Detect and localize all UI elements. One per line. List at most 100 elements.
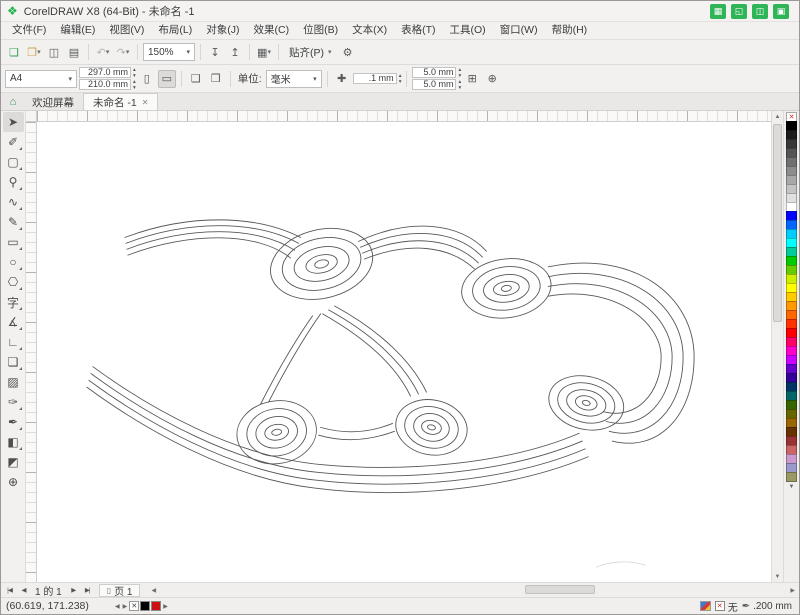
current-page-settings-button[interactable]: ❑ bbox=[187, 70, 205, 88]
snap-to-dropdown[interactable]: 贴齐(P) ▾ bbox=[284, 43, 337, 61]
palette-color-list bbox=[786, 121, 797, 482]
nudge-distance-input[interactable]: .1 mm bbox=[352, 73, 397, 84]
crop-tool-icon[interactable]: ▢ bbox=[3, 152, 24, 172]
print-button[interactable]: ▤ bbox=[65, 43, 83, 61]
zoom-tool-icon[interactable]: ⚲ bbox=[3, 172, 24, 192]
new-document-button[interactable]: ❏ bbox=[5, 43, 23, 61]
fill-value: 无 bbox=[727, 602, 738, 614]
tab-document-untitled[interactable]: 未命名 -1 ✕ bbox=[83, 93, 159, 110]
page-height-input[interactable]: 210.0 mm bbox=[79, 79, 131, 90]
ruler-origin-corner[interactable] bbox=[26, 111, 37, 122]
vertical-scrollbar[interactable]: ▲ ▼ bbox=[771, 111, 783, 582]
landscape-button[interactable]: ▭ bbox=[157, 69, 176, 88]
palette-color-swatch[interactable] bbox=[786, 472, 797, 482]
drop-shadow-tool-icon[interactable]: ❏ bbox=[3, 352, 24, 372]
spinner-icon[interactable]: ▴ ▾ bbox=[133, 67, 136, 79]
scroll-down-icon[interactable]: ▼ bbox=[772, 571, 784, 582]
scroll-right-icon[interactable]: ▶ bbox=[790, 584, 795, 596]
units-combo[interactable]: 毫米 ▾ bbox=[265, 69, 322, 88]
undo-icon: ↶ bbox=[96, 46, 106, 59]
document-palette-swatch[interactable] bbox=[140, 601, 151, 611]
menu-view[interactable]: 视图(V) bbox=[102, 22, 151, 39]
fullscreen-button[interactable]: ◱ bbox=[731, 3, 747, 19]
export-button[interactable]: ↥ bbox=[226, 43, 244, 61]
home-icon[interactable]: ⌂ bbox=[3, 94, 23, 110]
outline-pen-tool-icon[interactable]: ✒ bbox=[3, 412, 24, 432]
document-palette-swatch[interactable] bbox=[151, 601, 162, 611]
page-1-tab[interactable]: ▯ 页 1 bbox=[98, 583, 141, 598]
open-button[interactable]: ❐ ▾ bbox=[25, 43, 43, 61]
spinner-icon[interactable]: ▴ ▾ bbox=[399, 73, 402, 85]
portrait-button[interactable]: ▯ bbox=[138, 70, 156, 88]
connector-tool-icon[interactable]: ∟ bbox=[3, 332, 24, 352]
more-tools-icon[interactable]: ⊕ bbox=[3, 472, 24, 492]
first-page-button[interactable]: |◀ bbox=[3, 584, 16, 596]
vertical-scroll-thumb[interactable] bbox=[773, 124, 782, 322]
all-pages-settings-button[interactable]: ❒ bbox=[207, 70, 225, 88]
menu-bitmaps[interactable]: 位图(B) bbox=[296, 22, 345, 39]
document-palette-left-icon[interactable]: ◀ bbox=[114, 603, 121, 610]
application-launcher-button[interactable]: ▦ ▾ bbox=[255, 43, 273, 61]
redo-button[interactable]: ↷ ▾ bbox=[114, 43, 132, 61]
zoom-level-combo[interactable]: 150% ▾ bbox=[143, 43, 195, 61]
store-button[interactable]: ▦ bbox=[710, 3, 726, 19]
rectangle-tool-icon[interactable]: ▭ bbox=[3, 232, 24, 252]
menu-help[interactable]: 帮助(H) bbox=[545, 22, 595, 39]
spinner-icon[interactable]: ▴ ▾ bbox=[133, 79, 136, 91]
page-width-input[interactable]: 297.0 mm bbox=[79, 67, 131, 78]
last-page-button[interactable]: ▶| bbox=[81, 584, 94, 596]
artistic-media-tool-icon[interactable]: ✎ bbox=[3, 212, 24, 232]
smart-fill-tool-icon[interactable]: ◩ bbox=[3, 452, 24, 472]
transparency-tool-icon[interactable]: ▨ bbox=[3, 372, 24, 392]
horizontal-scrollbar[interactable]: ◀ ▶ bbox=[151, 584, 795, 596]
menu-tools[interactable]: 工具(O) bbox=[443, 22, 493, 39]
text-tool-icon[interactable]: 字 bbox=[3, 292, 24, 312]
polygon-tool-icon[interactable]: ⎔ bbox=[3, 272, 24, 292]
toolbar-separator bbox=[278, 44, 279, 60]
tab-welcome-screen[interactable]: 欢迎屏幕 bbox=[23, 94, 83, 110]
menu-file[interactable]: 文件(F) bbox=[5, 22, 53, 39]
color-eyedropper-tool-icon[interactable]: ✑ bbox=[3, 392, 24, 412]
horizontal-ruler[interactable] bbox=[37, 111, 771, 122]
interactive-fill-tool-icon[interactable]: ◧ bbox=[3, 432, 24, 452]
freehand-tool-icon[interactable]: ∿ bbox=[3, 192, 24, 212]
menu-layout[interactable]: 布局(L) bbox=[151, 22, 199, 39]
ellipse-tool-icon[interactable]: ○ bbox=[3, 252, 24, 272]
menu-object[interactable]: 对象(J) bbox=[199, 22, 246, 39]
palette-flyout-icon[interactable]: ▼ bbox=[789, 484, 795, 490]
pick-tool-icon[interactable]: ➤ bbox=[2, 112, 24, 132]
menu-effects[interactable]: 效果(C) bbox=[247, 22, 297, 39]
toolbar-separator bbox=[200, 44, 201, 60]
scroll-up-icon[interactable]: ▲ bbox=[772, 111, 784, 122]
document-palette-right-icon[interactable]: ▶ bbox=[122, 603, 129, 610]
workspace-button[interactable]: ▣ bbox=[773, 3, 789, 19]
spinner-icon[interactable]: ▴ ▾ bbox=[458, 79, 461, 91]
vertical-ruler[interactable] bbox=[26, 122, 37, 582]
page-size-combo[interactable]: A4 ▾ bbox=[5, 69, 77, 88]
close-icon[interactable]: ✕ bbox=[142, 98, 149, 107]
menu-edit[interactable]: 编辑(E) bbox=[53, 22, 102, 39]
next-page-button[interactable]: ▶ bbox=[67, 584, 80, 596]
menu-table[interactable]: 表格(T) bbox=[394, 22, 442, 39]
save-button[interactable]: ◫ bbox=[45, 43, 63, 61]
save-cloud-button[interactable]: ◫ bbox=[752, 3, 768, 19]
import-button[interactable]: ↧ bbox=[206, 43, 224, 61]
scroll-left-icon[interactable]: ◀ bbox=[151, 584, 156, 596]
drawing-canvas[interactable] bbox=[37, 122, 771, 582]
cursor-position: (60.619, 171.238) bbox=[6, 600, 89, 612]
duplicate-distance-y-input[interactable]: 5.0 mm bbox=[412, 79, 457, 90]
previous-page-button[interactable]: ◀ bbox=[17, 584, 30, 596]
horizontal-scroll-thumb[interactable] bbox=[524, 585, 596, 594]
menu-text[interactable]: 文本(X) bbox=[345, 22, 394, 39]
duplicate-distance-x-input[interactable]: 5.0 mm bbox=[412, 67, 457, 78]
undo-button[interactable]: ↶ ▾ bbox=[94, 43, 112, 61]
add-page-size-button[interactable]: ⊕ bbox=[483, 70, 501, 88]
document-palette-no-color-swatch[interactable]: ✕ bbox=[129, 601, 140, 611]
spinner-icon[interactable]: ▴ ▾ bbox=[458, 67, 461, 79]
parallel-dimension-tool-icon[interactable]: ∡ bbox=[3, 312, 24, 332]
menu-window[interactable]: 窗口(W) bbox=[493, 22, 545, 39]
shape-tool-icon[interactable]: ✐ bbox=[3, 132, 24, 152]
snap-to-label: 贴齐(P) bbox=[289, 46, 324, 59]
document-palette-more-icon[interactable]: ▶ bbox=[162, 603, 169, 610]
options-gear-button[interactable]: ⚙ bbox=[339, 43, 357, 61]
